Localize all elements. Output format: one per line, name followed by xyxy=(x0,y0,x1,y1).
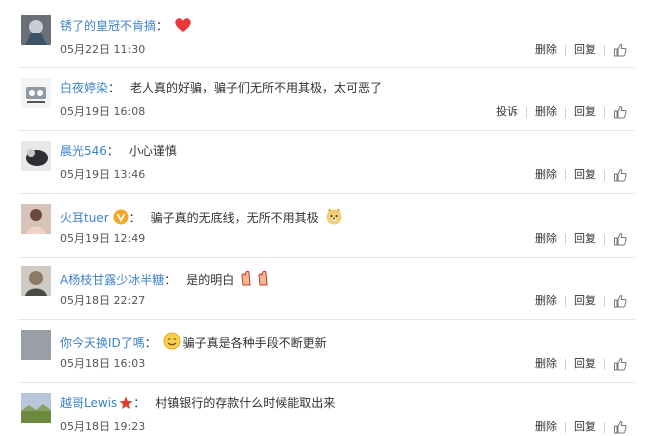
delete-button[interactable]: 删除 xyxy=(535,43,557,57)
divider xyxy=(604,44,605,56)
username-link[interactable]: 越哥Lewis xyxy=(60,396,117,410)
avatar[interactable] xyxy=(21,78,51,108)
comment-actions: 投诉 删除 回复 xyxy=(496,105,627,119)
comment-actions: 删除 回复 xyxy=(535,294,627,308)
doge-emoji-icon xyxy=(326,208,341,225)
colon: ： xyxy=(128,211,141,225)
colon: ： xyxy=(156,19,169,33)
thumbs-up-icon[interactable] xyxy=(613,420,627,434)
separator xyxy=(18,319,635,320)
username-link[interactable]: A杨枝甘露少冰半糖 xyxy=(60,273,164,287)
comment-timestamp: 05月18日 19:23 xyxy=(60,420,146,433)
comment-actions: 删除 回复 xyxy=(535,168,627,182)
colon: ： xyxy=(164,273,177,287)
comment-text: 村镇银行的存款什么时候能取出来 xyxy=(155,396,336,410)
delete-button[interactable]: 删除 xyxy=(535,294,557,308)
delete-button[interactable]: 删除 xyxy=(535,168,557,182)
divider xyxy=(604,421,605,433)
report-button[interactable]: 投诉 xyxy=(496,105,518,119)
divider xyxy=(604,295,605,307)
reply-button[interactable]: 回复 xyxy=(574,168,596,182)
clap-emoji-icon xyxy=(241,270,268,286)
divider xyxy=(604,169,605,181)
divider xyxy=(565,169,566,181)
username-link[interactable]: 白夜婷染 xyxy=(60,81,108,95)
delete-button[interactable]: 删除 xyxy=(535,232,557,246)
username-link[interactable]: 锈了的皇冠不肯摘 xyxy=(60,19,156,33)
reply-button[interactable]: 回复 xyxy=(574,357,596,371)
thumbs-up-icon[interactable] xyxy=(613,232,627,246)
avatar[interactable] xyxy=(21,15,51,45)
comment-actions: 删除 回复 xyxy=(535,232,627,246)
thumbs-up-icon[interactable] xyxy=(613,43,627,57)
comment-timestamp: 05月19日 13:46 xyxy=(60,168,146,181)
colon: ： xyxy=(144,336,157,350)
divider xyxy=(604,106,605,118)
reply-button[interactable]: 回复 xyxy=(574,232,596,246)
reply-button[interactable]: 回复 xyxy=(574,294,596,308)
username-link[interactable]: 你今天换ID了嗎 xyxy=(60,336,145,350)
reply-button[interactable]: 回复 xyxy=(574,43,596,57)
thumbs-up-icon[interactable] xyxy=(613,357,627,371)
reply-button[interactable]: 回复 xyxy=(574,420,596,434)
separator xyxy=(18,67,635,68)
separator xyxy=(18,382,635,383)
thumbs-up-icon[interactable] xyxy=(613,294,627,308)
comment-timestamp: 05月19日 16:08 xyxy=(60,105,146,118)
comment-text: 老人真的好骗，骗子们无所不用其极，太可恶了 xyxy=(130,81,383,95)
colon: ： xyxy=(106,144,119,158)
heart-emoji-icon xyxy=(175,18,191,32)
thumbs-up-icon[interactable] xyxy=(613,168,627,182)
comment-timestamp: 05月19日 12:49 xyxy=(60,232,146,245)
divider xyxy=(526,106,527,118)
separator xyxy=(18,130,635,131)
username-link[interactable]: 火耳tuer xyxy=(60,211,109,225)
colon: ： xyxy=(108,81,121,95)
delete-button[interactable]: 删除 xyxy=(535,357,557,371)
comment-text: 小心谨慎 xyxy=(128,144,177,158)
smile-emoji-icon xyxy=(163,332,181,350)
divider xyxy=(565,358,566,370)
comment-actions: 删除 回复 xyxy=(535,357,627,371)
avatar[interactable] xyxy=(21,204,51,234)
avatar[interactable] xyxy=(21,393,51,423)
verified-badge-icon xyxy=(113,209,129,225)
reply-button[interactable]: 回复 xyxy=(574,105,596,119)
red-star-icon xyxy=(119,396,133,409)
avatar[interactable] xyxy=(21,330,51,360)
comment-timestamp: 05月18日 22:27 xyxy=(60,294,146,307)
separator xyxy=(18,257,635,258)
divider xyxy=(565,295,566,307)
avatar[interactable] xyxy=(21,141,51,171)
comment-actions: 删除 回复 xyxy=(535,420,627,434)
divider xyxy=(565,421,566,433)
delete-button[interactable]: 删除 xyxy=(535,420,557,434)
delete-button[interactable]: 删除 xyxy=(535,105,557,119)
avatar[interactable] xyxy=(21,266,51,296)
comment-text: 是的明白 xyxy=(186,273,235,287)
separator xyxy=(18,193,635,194)
comment-timestamp: 05月18日 16:03 xyxy=(60,357,146,370)
comment-text: 骗子真是各种手段不断更新 xyxy=(182,336,327,350)
comment-actions: 删除 回复 xyxy=(535,43,627,57)
thumbs-up-icon[interactable] xyxy=(613,105,627,119)
divider xyxy=(565,106,566,118)
divider xyxy=(604,233,605,245)
username-link[interactable]: 晨光546 xyxy=(60,144,107,158)
comment-timestamp: 05月22日 11:30 xyxy=(60,43,146,56)
divider xyxy=(604,358,605,370)
comment-text: 骗子真的无底线，无所不用其极 xyxy=(150,211,319,225)
divider xyxy=(565,233,566,245)
colon: ： xyxy=(133,396,146,410)
divider xyxy=(565,44,566,56)
